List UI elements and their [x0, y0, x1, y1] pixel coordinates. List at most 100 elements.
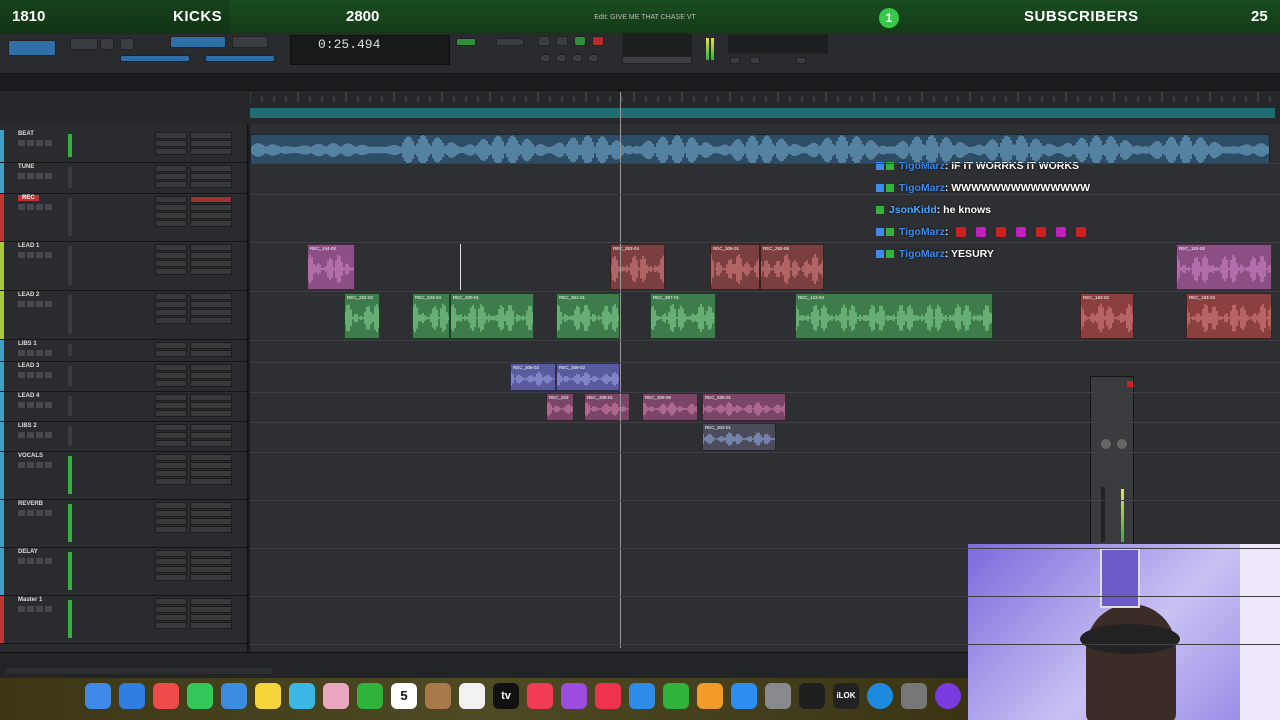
link-icon[interactable] — [750, 57, 760, 64]
insert-slot[interactable] — [155, 252, 187, 259]
audio-region[interactable]: REC_301-01 — [556, 293, 620, 339]
input-monitor-button[interactable] — [27, 140, 34, 146]
record-arm-button[interactable] — [18, 350, 25, 356]
send-slot[interactable] — [190, 402, 232, 409]
send-slot[interactable] — [190, 372, 232, 379]
record-arm-button[interactable] — [18, 173, 25, 179]
send-slot[interactable] — [190, 394, 232, 401]
pro-tools-icon[interactable] — [867, 683, 893, 709]
send-slot[interactable] — [190, 260, 232, 267]
input-monitor-button[interactable] — [27, 173, 34, 179]
insert-slot[interactable] — [155, 212, 187, 219]
photos-icon[interactable] — [323, 683, 349, 709]
mute-button[interactable] — [45, 173, 52, 179]
solo-button[interactable] — [36, 140, 43, 146]
system-preferences-icon[interactable] — [765, 683, 791, 709]
edit-mode-buttons[interactable] — [205, 55, 275, 62]
track-name[interactable]: VOCALS — [18, 453, 43, 459]
input-monitor-button[interactable] — [27, 510, 34, 516]
send-slot[interactable] — [190, 598, 232, 605]
track-name[interactable]: LEAD 2 — [18, 292, 39, 298]
insert-slot[interactable] — [155, 342, 187, 349]
insert-slot[interactable] — [155, 165, 187, 172]
record-arm-button[interactable] — [18, 204, 25, 210]
track-name[interactable]: Master 1 — [18, 597, 42, 603]
podcasts-icon[interactable] — [561, 683, 587, 709]
mute-button[interactable] — [45, 301, 52, 307]
insert-slot[interactable] — [155, 196, 187, 203]
marker-ruler[interactable] — [250, 108, 1275, 118]
track-row[interactable]: LEAD 2 — [0, 291, 248, 340]
track-name[interactable]: REVERB — [18, 501, 43, 507]
insert-slot[interactable] — [155, 140, 187, 147]
send-slot[interactable] — [190, 252, 232, 259]
audio-region[interactable]: REC_123-04 — [795, 293, 993, 339]
send-slot[interactable] — [190, 148, 232, 155]
insert-slot[interactable] — [155, 598, 187, 605]
nudge-value[interactable] — [496, 38, 524, 46]
send-slot[interactable] — [190, 293, 232, 300]
zoom-in-button[interactable] — [100, 38, 114, 50]
contacts-icon[interactable] — [425, 683, 451, 709]
insert-slot[interactable] — [155, 478, 187, 485]
search-icon[interactable] — [730, 57, 740, 64]
insert-slot[interactable] — [155, 558, 187, 565]
send-slot[interactable] — [190, 454, 232, 461]
logic-icon[interactable] — [799, 683, 825, 709]
input-monitor-button[interactable] — [27, 350, 34, 356]
input-monitor-button[interactable] — [27, 402, 34, 408]
send-slot[interactable] — [190, 410, 232, 417]
send-slot[interactable] — [190, 614, 232, 621]
pan-knob-left[interactable] — [1101, 439, 1111, 449]
insert-slot[interactable] — [155, 470, 187, 477]
transport-online-button[interactable] — [538, 36, 550, 46]
track-row[interactable]: Master 1 — [0, 596, 248, 644]
record-arm-button[interactable] — [18, 252, 25, 258]
track-row[interactable]: REC — [0, 194, 248, 242]
send-slot[interactable] — [190, 518, 232, 525]
insert-slot[interactable] — [155, 424, 187, 431]
solo-button[interactable] — [36, 252, 43, 258]
grid-nudge-panel[interactable] — [728, 34, 828, 54]
zoom-button[interactable] — [70, 38, 98, 50]
record-arm-button[interactable] — [18, 372, 25, 378]
record-arm-button[interactable] — [18, 558, 25, 564]
input-monitor-button[interactable] — [27, 301, 34, 307]
record-arm-button[interactable] — [18, 462, 25, 468]
volume-fader[interactable] — [1101, 487, 1105, 542]
send-slot[interactable] — [190, 342, 232, 349]
solo-button[interactable] — [36, 173, 43, 179]
mute-button[interactable] — [45, 350, 52, 356]
audio-region[interactable]: REC_306-01 — [710, 244, 760, 290]
audio-utility-icon[interactable] — [901, 683, 927, 709]
maps-icon[interactable] — [289, 683, 315, 709]
mode-buttons[interactable] — [8, 40, 56, 56]
insert-slot[interactable] — [155, 148, 187, 155]
mute-button[interactable] — [45, 204, 52, 210]
track-name[interactable]: LEAD 1 — [18, 243, 39, 249]
mute-button[interactable] — [45, 252, 52, 258]
insert-slot[interactable] — [155, 510, 187, 517]
send-slot[interactable] — [190, 309, 232, 316]
audio-region[interactable]: REC_306-02 — [510, 363, 556, 391]
track-name[interactable]: TUNE — [18, 164, 34, 170]
insert-slot[interactable] — [155, 550, 187, 557]
solo-button[interactable] — [36, 510, 43, 516]
transport-play-button[interactable] — [574, 36, 586, 46]
calendar-icon[interactable]: 5 — [391, 683, 417, 709]
send-slot[interactable] — [190, 502, 232, 509]
grid-buttons[interactable] — [120, 55, 190, 62]
send-slot[interactable] — [190, 173, 232, 180]
insert-slot[interactable] — [155, 364, 187, 371]
music-icon[interactable] — [527, 683, 553, 709]
apple-tv-icon[interactable]: tv — [493, 683, 519, 709]
input-monitor-button[interactable] — [27, 432, 34, 438]
send-slot[interactable] — [190, 424, 232, 431]
send-slot[interactable] — [190, 510, 232, 517]
solo-button[interactable] — [36, 204, 43, 210]
track-row[interactable]: REVERB — [0, 500, 248, 548]
insert-slot[interactable] — [155, 372, 187, 379]
transport-record-button[interactable] — [592, 36, 604, 46]
solo-button[interactable] — [36, 606, 43, 612]
send-slot[interactable] — [190, 220, 232, 227]
